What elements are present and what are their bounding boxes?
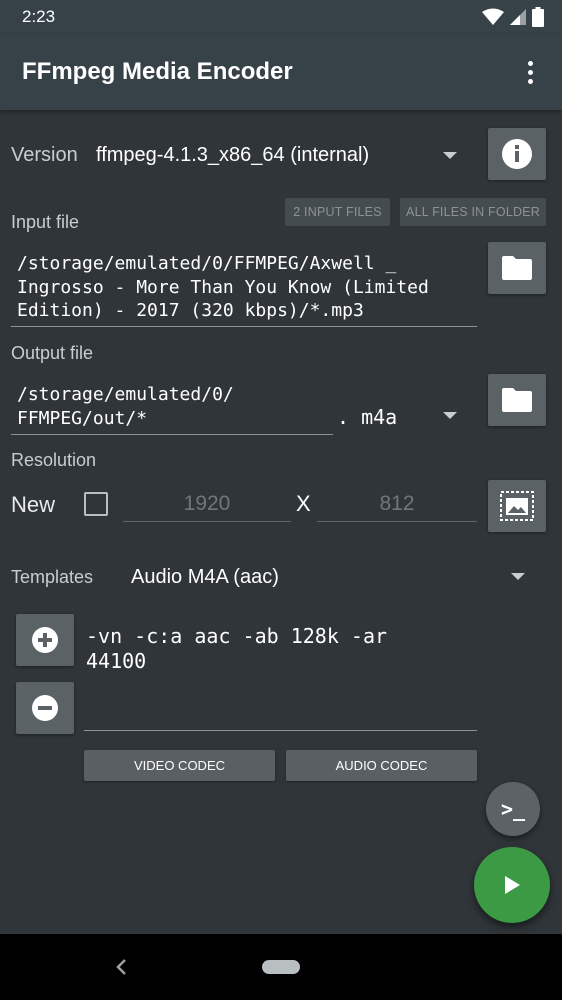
- status-icons: [482, 7, 544, 27]
- input-folder-button[interactable]: [488, 242, 546, 294]
- resolution-preset-button[interactable]: [488, 480, 546, 532]
- info-button[interactable]: [488, 128, 546, 180]
- add-circle-icon: [32, 627, 58, 653]
- system-nav-bar: [0, 934, 562, 1000]
- input-file-label: Input file: [11, 212, 80, 232]
- status-time: 2:23: [22, 7, 56, 26]
- resolution-height-input[interactable]: 812: [317, 488, 477, 522]
- resolution-x-label: X: [296, 491, 311, 516]
- input-path-line: Edition) - 2017 (320 kbps)/*.mp3: [17, 300, 364, 321]
- two-input-files-button[interactable]: 2 INPUT FILES: [285, 198, 390, 226]
- run-encode-button[interactable]: [474, 847, 550, 923]
- overflow-menu-icon[interactable]: [518, 56, 542, 88]
- app-title: FFmpeg Media Encoder: [22, 58, 293, 85]
- resolution-new-label: New: [11, 492, 56, 517]
- output-path-line: /storage/emulated/0/: [17, 384, 234, 405]
- output-extension-select[interactable]: . m4a: [337, 405, 397, 429]
- templates-select[interactable]: Audio M4A (aac): [131, 566, 279, 589]
- input-file-field[interactable]: /storage/emulated/0/FFMPEG/Axwell _ Ingr…: [11, 250, 477, 327]
- version-select[interactable]: ffmpeg-4.1.3_x86_64 (internal): [96, 144, 369, 167]
- output-path-line: FFMPEG/out/*: [17, 408, 148, 429]
- version-dropdown-arrow-icon[interactable]: [443, 152, 457, 159]
- input-path-line: Ingrosso - More Than You Know (Limited: [17, 276, 429, 298]
- resolution-width-input[interactable]: 1920: [123, 488, 291, 522]
- output-folder-button[interactable]: [488, 374, 546, 426]
- status-bar: 2:23: [0, 0, 562, 34]
- templates-label: Templates: [11, 567, 94, 587]
- remove-template-button[interactable]: [16, 682, 74, 734]
- input-path-line: /storage/emulated/0/FFMPEG/Axwell _: [17, 253, 397, 274]
- version-label: Version: [11, 144, 78, 166]
- app-bar: FFmpeg Media Encoder: [0, 34, 562, 110]
- back-icon[interactable]: [114, 958, 128, 976]
- wifi-icon: [482, 8, 504, 25]
- templates-dropdown-arrow-icon[interactable]: [511, 573, 525, 580]
- home-pill-icon[interactable]: [262, 960, 300, 974]
- output-file-label: Output file: [11, 343, 94, 363]
- command-line: 44100: [86, 649, 147, 673]
- remove-circle-icon: [32, 695, 58, 721]
- play-icon: [505, 876, 520, 894]
- command-line: -vn -c:a aac -ab 128k -ar: [86, 624, 388, 648]
- command-input-field[interactable]: [84, 690, 477, 731]
- audio-codec-button[interactable]: AUDIO CODEC: [286, 750, 477, 781]
- add-template-button[interactable]: [16, 614, 74, 666]
- output-file-field[interactable]: /storage/emulated/0/ FFMPEG/out/*: [11, 380, 333, 435]
- battery-icon: [532, 7, 544, 27]
- resolution-new-checkbox[interactable]: [84, 492, 108, 516]
- terminal-icon: >_: [500, 797, 526, 821]
- image-icon: [500, 491, 534, 521]
- width-placeholder: 1920: [183, 492, 231, 515]
- command-text[interactable]: -vn -c:a aac -ab 128k -ar 44100: [86, 624, 387, 674]
- folder-icon: [502, 256, 532, 280]
- terminal-button[interactable]: >_: [486, 782, 540, 836]
- extension-dropdown-arrow-icon[interactable]: [443, 412, 457, 419]
- height-placeholder: 812: [379, 492, 415, 515]
- resolution-label: Resolution: [11, 450, 97, 470]
- signal-icon: [510, 9, 526, 25]
- all-files-in-folder-button[interactable]: ALL FILES IN FOLDER: [400, 198, 546, 226]
- folder-icon: [502, 388, 532, 412]
- video-codec-button[interactable]: VIDEO CODEC: [84, 750, 275, 781]
- info-icon: [502, 139, 532, 169]
